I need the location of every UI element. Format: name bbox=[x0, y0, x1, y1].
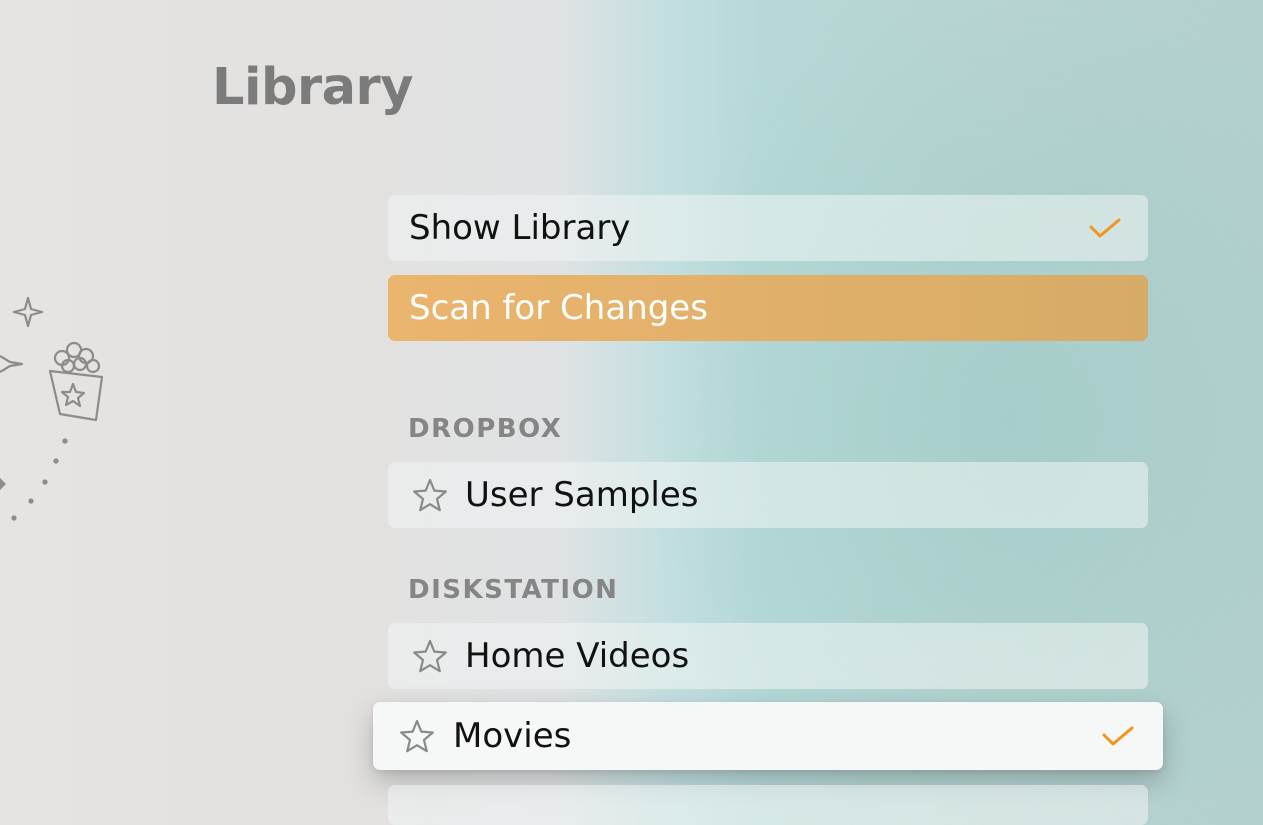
source-item-label: Home Videos bbox=[465, 636, 690, 676]
sparkle-icon bbox=[12, 296, 44, 328]
page-title: Library bbox=[212, 58, 413, 117]
checkmark-icon bbox=[1102, 726, 1134, 746]
star-icon bbox=[413, 639, 447, 673]
checkmark-icon bbox=[1089, 218, 1121, 238]
source-item-home-videos[interactable]: Home Videos bbox=[388, 623, 1148, 689]
source-item-partial[interactable] bbox=[388, 785, 1148, 825]
sparkle-icon bbox=[0, 355, 24, 373]
section-header-dropbox: DROPBOX bbox=[408, 414, 563, 444]
scan-for-changes-label: Scan for Changes bbox=[409, 288, 708, 328]
show-library-item[interactable]: Show Library bbox=[388, 195, 1148, 261]
popcorn-decoration bbox=[0, 296, 104, 521]
source-item-label: Movies bbox=[453, 716, 572, 756]
show-library-label: Show Library bbox=[409, 208, 631, 248]
section-header-diskstation: DISKSTATION bbox=[408, 575, 619, 605]
star-icon bbox=[413, 478, 447, 512]
source-item-label: User Samples bbox=[465, 475, 699, 515]
source-item-user-samples[interactable]: User Samples bbox=[388, 462, 1148, 528]
scan-for-changes-button[interactable]: Scan for Changes bbox=[388, 275, 1148, 341]
source-item-movies[interactable]: Movies bbox=[373, 702, 1163, 770]
star-icon bbox=[400, 719, 434, 753]
popcorn-icon bbox=[48, 341, 104, 422]
